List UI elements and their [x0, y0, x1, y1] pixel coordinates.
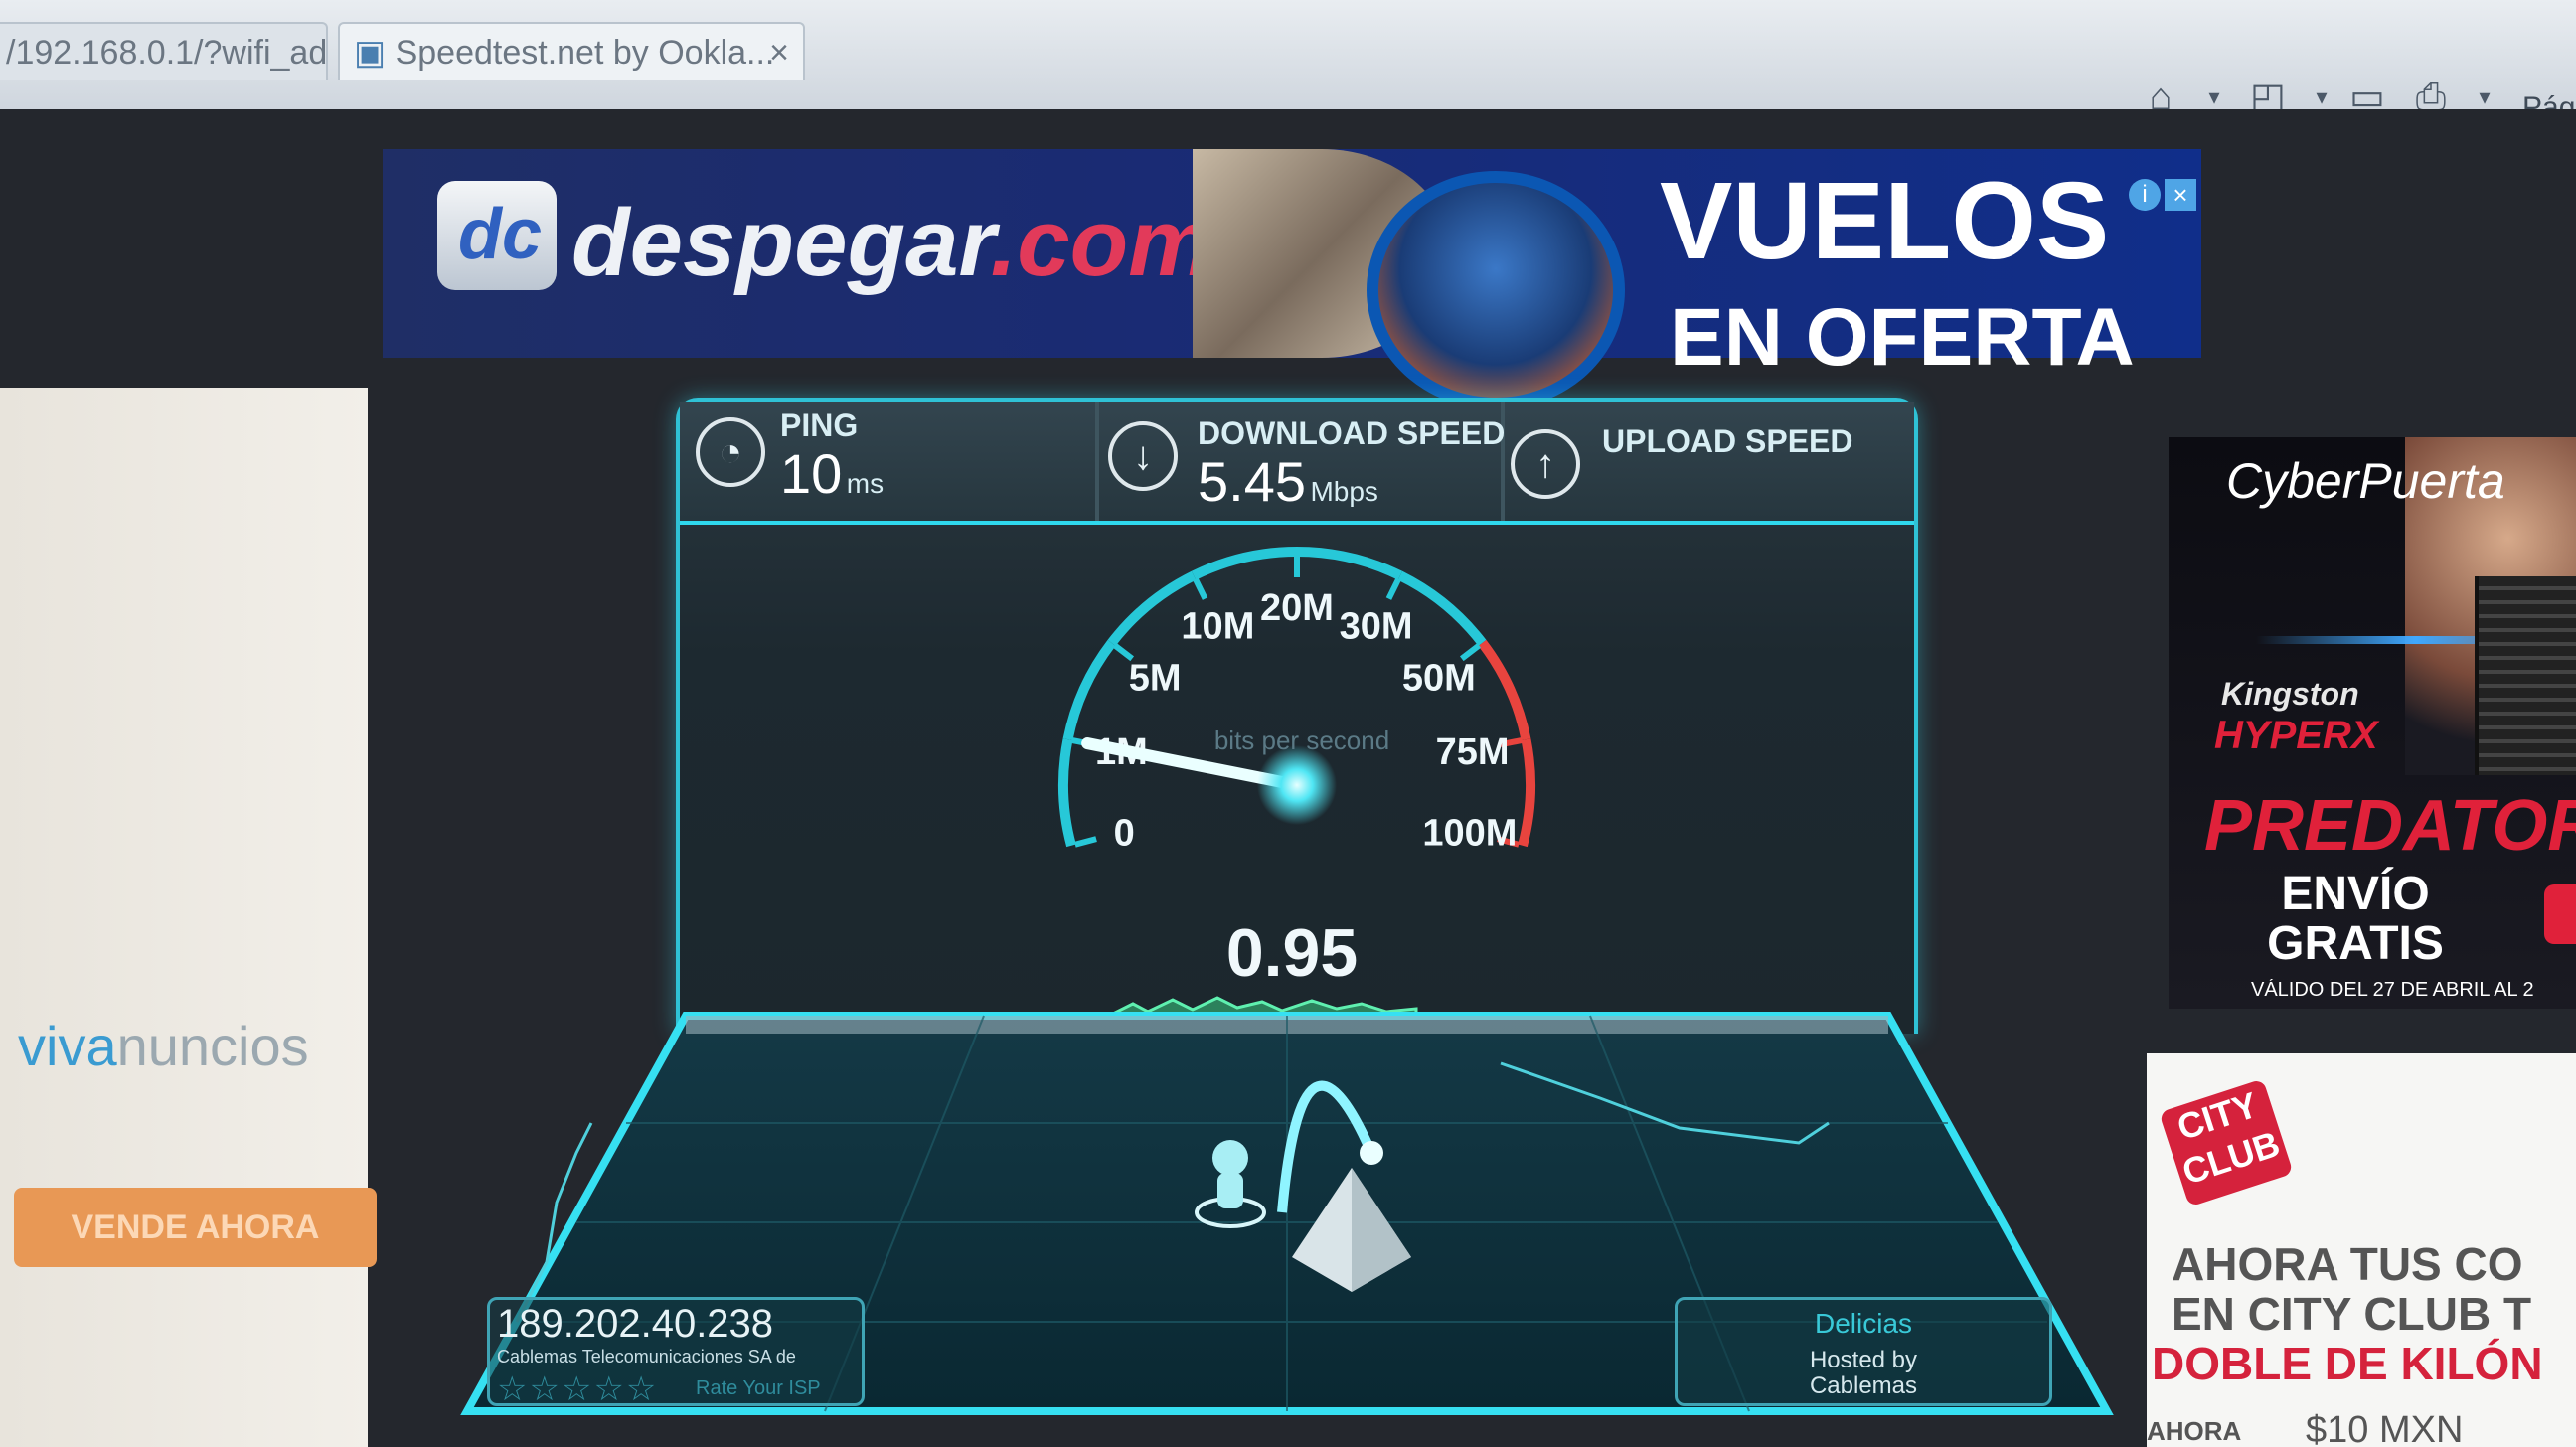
ad-brand-suffix: .com — [990, 190, 1213, 296]
left-ad-panel — [0, 388, 368, 1447]
ram-module-image — [2475, 576, 2576, 775]
browser-chrome: /192.168.0.1/?wifi_adv ▣ Speedtest.net b… — [0, 0, 2576, 124]
ad-logo-mark: dc — [457, 195, 543, 274]
user-body-icon — [1217, 1173, 1243, 1208]
logo-part1: viva — [18, 1015, 117, 1077]
tab-speedtest[interactable]: ▣ Speedtest.net by Ookla... × — [338, 22, 805, 80]
free-shipping-line2: GRATIS — [2267, 917, 2444, 970]
cityclub-text-line3: DOBLE DE KILÓN — [2152, 1338, 2543, 1386]
gauge-tick — [1193, 577, 1208, 600]
download-unit: Mbps — [1310, 476, 1378, 507]
gauge-scale-label: 20M — [1260, 587, 1334, 629]
vivanuncios-logo[interactable]: vivanuncios — [18, 1014, 356, 1083]
cityclub-text-line1: AHORA TUS CO — [2172, 1238, 2523, 1287]
cityclub-price: $10 MXN — [2306, 1409, 2464, 1447]
cityclub-now-label: AHORA — [2147, 1416, 2242, 1446]
gauge-tick — [1074, 836, 1097, 848]
ad-brand-text: despegar — [571, 190, 991, 296]
tab-label: Speedtest.net by Ookla... — [395, 34, 775, 72]
hyperx-logo: HYPERX — [2214, 714, 2378, 757]
ping-unit: ms — [846, 468, 885, 499]
print-dropdown-chevron-icon[interactable]: ▾ — [2475, 86, 2495, 108]
gauge-scale-label: 5M — [1129, 657, 1182, 699]
upload-arrow-icon: ↑ — [1511, 429, 1580, 499]
predator-title: PREDATOR — [2204, 786, 2576, 865]
gauge-scale-label: 50M — [1402, 657, 1476, 699]
ping-label: PING — [780, 407, 859, 443]
cityclub-text-line2: EN CITY CLUB T — [2172, 1288, 2532, 1337]
ad-photo-city — [1367, 171, 1625, 409]
download-value: 5.45 — [1198, 450, 1306, 513]
gauge-arc-segment — [1478, 639, 1531, 741]
gauge-arc-segment — [1058, 738, 1076, 848]
speed-readout: 0.95 — [1225, 915, 1359, 991]
server-dot-icon — [1360, 1141, 1383, 1165]
gauge-scale-label: 0 — [1114, 813, 1135, 855]
isp-rating-stars[interactable]: ☆☆☆☆☆ — [497, 1369, 696, 1408]
free-shipping-line1: ENVÍO — [2281, 868, 2430, 920]
tab-router[interactable]: /192.168.0.1/?wifi_adv — [0, 22, 328, 80]
ad-close-icon[interactable]: × — [2165, 179, 2196, 211]
ping-readout: 10 ms — [780, 441, 884, 506]
home-dropdown-chevron-icon[interactable]: ▾ — [2204, 86, 2224, 108]
gauge-arc-segment — [1296, 547, 1403, 580]
ad-brand-name: despegar.com — [571, 194, 1213, 293]
ad-red-badge — [2544, 884, 2576, 944]
gauge-tick — [1385, 577, 1401, 600]
feeds-dropdown-chevron-icon[interactable]: ▾ — [2312, 86, 2332, 108]
tab-bar: /192.168.0.1/?wifi_adv ▣ Speedtest.net b… — [0, 0, 2576, 80]
gauge-arc-segment — [1518, 738, 1535, 848]
ad-info-icon[interactable]: i — [2129, 179, 2161, 211]
server-host-name: Cablemas — [1809, 1372, 1918, 1399]
upload-label: UPLOAD SPEED — [1602, 423, 1853, 459]
server-city: Delicias — [1814, 1308, 1913, 1339]
tab-favicon-icon: ▣ — [354, 34, 396, 72]
gauge-scale-label: 100M — [1422, 813, 1517, 855]
user-icon — [1212, 1140, 1248, 1176]
gauge-arc-segment — [1062, 639, 1116, 741]
ad-validity-text: VÁLIDO DEL 27 DE ABRIL AL 2 — [2251, 979, 2534, 1001]
ping-gauge-icon: ◔ — [696, 417, 765, 487]
rate-isp-link[interactable]: Rate Your ISP — [696, 1377, 865, 1401]
tab-close-icon[interactable]: × — [769, 24, 789, 80]
gauge-scale-label: 30M — [1340, 606, 1413, 648]
logo-part2: nuncios — [116, 1015, 309, 1077]
metric-divider — [1095, 402, 1099, 521]
ping-value: 10 — [780, 442, 843, 505]
download-label: DOWNLOAD SPEED — [1198, 415, 1506, 451]
ad-headline-line2: EN OFERTA — [1670, 292, 2135, 383]
cyberpuerta-logo: CyberPuerta — [2226, 453, 2505, 509]
tab-label: /192.168.0.1/?wifi_adv — [6, 34, 328, 72]
kingston-logo: Kingston — [2221, 676, 2359, 712]
gauge-scale-label: 10M — [1181, 606, 1254, 648]
isp-name: Cablemas Telecomunicaciones SA de — [497, 1347, 796, 1367]
isp-ip-address: 189.202.40.238 — [497, 1302, 774, 1346]
gauge-arc-segment — [1191, 547, 1298, 580]
download-arrow-icon: ↓ — [1108, 421, 1178, 491]
download-readout: 5.45 Mbps — [1198, 449, 1378, 514]
gauge-units-caption: bits per second — [1213, 725, 1390, 755]
sell-now-button[interactable]: VENDE AHORA — [14, 1188, 377, 1267]
server-hosted-label: Hosted by — [1809, 1347, 1918, 1373]
